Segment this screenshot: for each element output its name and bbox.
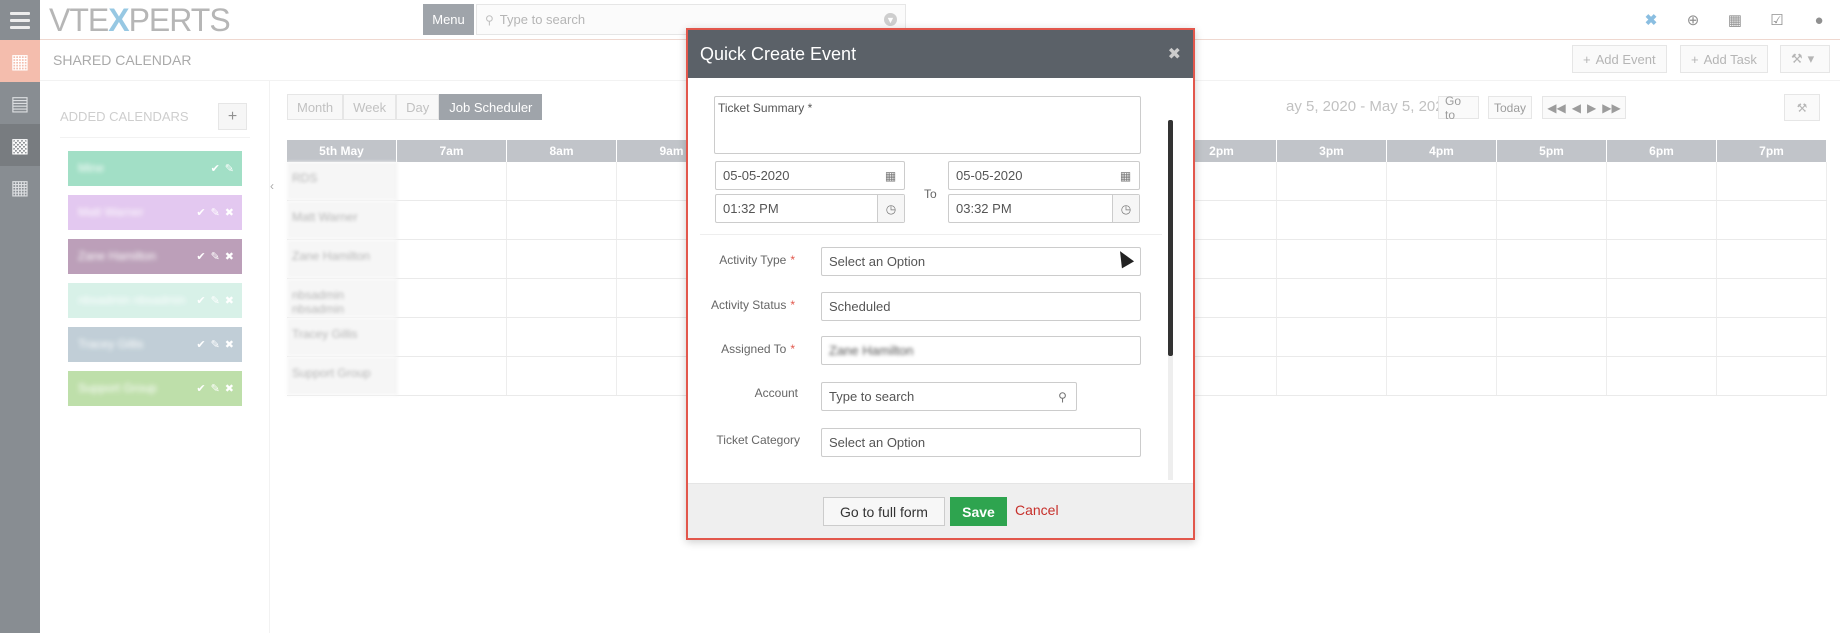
modal-body: Ticket Summary * 05-05-2020 ▦ 01:32 PM ◷… bbox=[688, 78, 1193, 483]
start-time-field[interactable]: 01:32 PM ◷ bbox=[715, 194, 905, 223]
activity-type-label: Activity Type * bbox=[719, 253, 795, 267]
to-label: To bbox=[924, 187, 937, 201]
calendar-icon[interactable]: ▦ bbox=[877, 162, 904, 189]
modal-header: Quick Create Event ✖ bbox=[688, 30, 1193, 78]
scrollbar[interactable] bbox=[1168, 120, 1173, 356]
quick-create-event-modal: Quick Create Event ✖ Ticket Summary * 05… bbox=[686, 28, 1195, 540]
close-icon[interactable]: ✖ bbox=[1168, 44, 1181, 64]
end-time-field[interactable]: 03:32 PM ◷ bbox=[948, 194, 1140, 223]
end-date-field[interactable]: 05-05-2020 ▦ bbox=[948, 161, 1140, 190]
divider bbox=[700, 234, 1162, 235]
go-to-full-form-button[interactable]: Go to full form bbox=[823, 497, 945, 526]
cancel-link[interactable]: Cancel bbox=[1015, 502, 1059, 518]
ticket-category-select[interactable]: Select an Option bbox=[821, 428, 1141, 457]
assigned-to-label: Assigned To * bbox=[721, 342, 795, 356]
activity-status-select[interactable]: Scheduled bbox=[821, 292, 1141, 321]
ticket-summary-field[interactable]: Ticket Summary * bbox=[714, 96, 1141, 154]
modal-title: Quick Create Event bbox=[700, 43, 857, 64]
save-button[interactable]: Save bbox=[950, 497, 1007, 526]
clock-icon[interactable]: ◷ bbox=[877, 195, 904, 222]
account-label: Account bbox=[754, 386, 798, 400]
scrollbar-track bbox=[1168, 356, 1173, 480]
start-date-field[interactable]: 05-05-2020 ▦ bbox=[715, 161, 905, 190]
calendar-icon[interactable]: ▦ bbox=[1112, 162, 1139, 189]
modal-footer: Go to full form Save Cancel bbox=[688, 483, 1193, 538]
clock-icon[interactable]: ◷ bbox=[1112, 195, 1139, 222]
activity-type-select[interactable]: Select an Option bbox=[821, 247, 1141, 276]
search-icon[interactable]: ⚲ bbox=[1049, 383, 1076, 410]
ticket-category-label: Ticket Category bbox=[716, 433, 800, 447]
assigned-to-select[interactable]: Zane Hamilton bbox=[821, 336, 1141, 365]
account-search-input[interactable]: Type to search ⚲ bbox=[821, 382, 1077, 411]
activity-status-label: Activity Status * bbox=[710, 298, 795, 312]
